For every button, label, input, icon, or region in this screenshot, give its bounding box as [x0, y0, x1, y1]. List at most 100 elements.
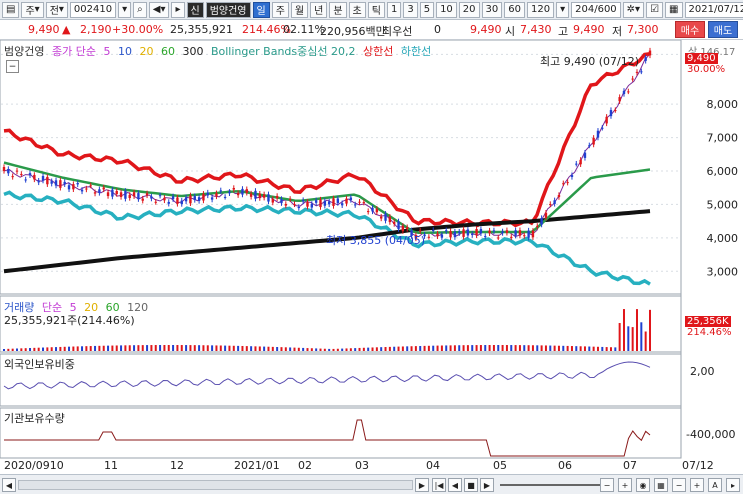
candle-body [119, 192, 123, 198]
interval-dropdown-icon[interactable]: ▾ [556, 1, 570, 18]
volume-bar [488, 345, 491, 351]
price-tick-label: 7,000 [707, 132, 739, 145]
volume-bar [154, 345, 157, 351]
legend-ma-10: 10 [117, 45, 132, 58]
volume-bar [115, 345, 118, 351]
tools-icon[interactable]: ✲▾ [622, 1, 645, 18]
interval-120[interactable]: 120 [527, 1, 555, 18]
volume-bar [358, 347, 361, 351]
volume-bar [202, 345, 205, 351]
candle-body [627, 91, 630, 93]
candle-body [536, 225, 539, 227]
candle-body [622, 90, 626, 94]
time-axis-label: 06 [558, 459, 572, 472]
last-pct-box: 30.00% [685, 64, 728, 75]
price-tick-label: 8,000 [707, 98, 739, 111]
jeon-select[interactable]: 전 ▾ [45, 1, 68, 18]
price-tick-label: 5,000 [707, 198, 739, 211]
panel-minimize-icon[interactable]: − [6, 60, 19, 73]
volume-bar [133, 345, 136, 351]
volume-bar [536, 345, 539, 351]
candle-body [336, 198, 340, 203]
period-second[interactable]: 초 [348, 1, 366, 18]
interval-60[interactable]: 60 [504, 1, 525, 18]
candle-body [163, 197, 166, 201]
prev-stock-button[interactable]: ▸ [171, 1, 185, 18]
next-icon[interactable]: ▶ [480, 478, 494, 492]
volume-bar [588, 346, 591, 351]
camera-icon[interactable]: ◉ [636, 478, 650, 492]
code-dropdown-icon[interactable]: ▾ [118, 1, 132, 18]
candle-body [249, 193, 253, 197]
buy-button[interactable]: 매수 [675, 21, 705, 38]
volume-bar [211, 345, 214, 351]
mode-select[interactable]: 주 ▾ [21, 1, 44, 18]
chart-area[interactable]: 8,000 7,000 6,000 5,000 4,000 3,000 범양건영 종가 단… [0, 39, 743, 474]
volume-bar [423, 345, 426, 351]
prev-icon[interactable]: ◀ [448, 478, 462, 492]
stop-icon[interactable]: ■ [464, 478, 478, 492]
zoom-out-icon[interactable]: − [600, 478, 614, 492]
candle-body [37, 180, 40, 183]
volume-bar [445, 345, 448, 351]
period-minute[interactable]: 분 [329, 1, 347, 18]
volume-bar [479, 345, 482, 351]
low-value: 7,300 [627, 23, 659, 36]
period-year[interactable]: 년 [310, 1, 328, 18]
volume-bar [466, 345, 469, 351]
volume-bar [592, 346, 595, 351]
candle-body [11, 176, 14, 178]
volume-bar [271, 346, 274, 351]
volume-bar [427, 345, 430, 351]
zoom-slider[interactable] [500, 484, 600, 486]
period-month[interactable]: 월 [290, 1, 309, 18]
speaker-icon[interactable]: ◀▾ [148, 1, 170, 18]
volume-bar [401, 346, 404, 351]
candle-body [340, 203, 344, 206]
time-axis-label: 2021/01 [234, 459, 280, 472]
volume-bar [72, 346, 75, 351]
interval-3[interactable]: 3 [403, 1, 418, 18]
volume-bar [94, 345, 97, 351]
grid-icon[interactable]: ▦ [654, 478, 668, 492]
more-icon[interactable]: ▸ [726, 478, 740, 492]
candle-body [210, 197, 214, 200]
volume-bar [237, 345, 240, 351]
candle-body [284, 203, 288, 206]
plus-icon[interactable]: + [690, 478, 704, 492]
period-week[interactable]: 주 [271, 1, 289, 18]
volume-bar [98, 345, 101, 351]
candle-body [288, 198, 292, 200]
interval-20[interactable]: 20 [458, 1, 480, 18]
checkbox-icon[interactable]: ☑ [646, 1, 664, 18]
zoom-in-icon[interactable]: + [618, 478, 632, 492]
sell-button[interactable]: 매도 [708, 21, 738, 38]
stock-code-input[interactable]: 002410 [69, 1, 117, 18]
volume-bar [380, 347, 383, 351]
minus-icon[interactable]: − [672, 478, 686, 492]
volume-bar [267, 346, 270, 351]
volume-bar [384, 347, 387, 351]
chart-settings-icon[interactable]: ▤ [2, 1, 20, 18]
scroll-right-icon[interactable]: ▶ [415, 478, 429, 492]
scroll-track[interactable] [18, 480, 413, 490]
legend-upper: 상한선 [362, 45, 394, 58]
volume-bar [293, 347, 296, 351]
search-icon[interactable]: ⌕ [133, 1, 147, 18]
calendar-icon[interactable]: ▦ [665, 1, 683, 18]
candle-body [275, 195, 279, 199]
period-day[interactable]: 일 [252, 1, 270, 18]
interval-30[interactable]: 30 [481, 1, 503, 18]
interval-1[interactable]: 1 [386, 1, 402, 18]
count-input[interactable]: 204/600 [571, 1, 621, 18]
date-input[interactable]: 2021/07/12 [684, 1, 743, 18]
first-icon[interactable]: |◀ [432, 478, 446, 492]
candle-body [596, 130, 600, 138]
font-icon[interactable]: A [708, 478, 722, 492]
interval-10[interactable]: 10 [436, 1, 457, 18]
candle-body [202, 193, 205, 201]
scroll-left-icon[interactable]: ◀ [2, 478, 16, 492]
interval-5[interactable]: 5 [419, 1, 435, 18]
low-label: 저 [612, 25, 623, 38]
period-tick[interactable]: 틱 [367, 1, 385, 18]
